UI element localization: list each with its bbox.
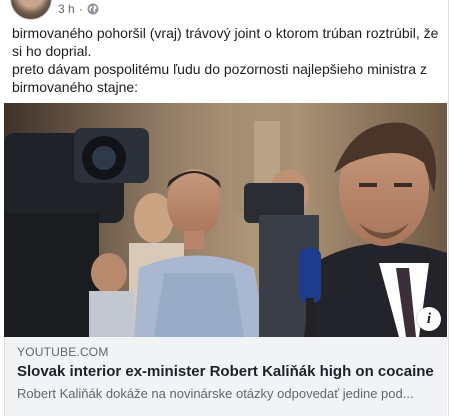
post-header: 3 h · xyxy=(0,0,449,20)
post-body: birmovaného pohoršil (vraj) trávový join… xyxy=(12,24,440,96)
link-description: Robert Kaliňák dokáže na novinárske otáz… xyxy=(17,386,414,401)
info-icon[interactable]: i xyxy=(417,307,441,331)
link-preview-caption[interactable]: YOUTUBE.COM Slovak interior ex-minister … xyxy=(4,337,447,416)
post-timestamp[interactable]: 3 h xyxy=(58,2,75,16)
post-text-line-2: preto dávam pospolitému ľudu do pozornos… xyxy=(12,61,427,95)
link-preview-image[interactable]: i xyxy=(4,103,447,337)
post-meta: 3 h · xyxy=(58,2,99,16)
post-text-line-1: birmovaného pohoršil (vraj) trávový join… xyxy=(12,25,439,59)
author-avatar[interactable] xyxy=(10,0,52,20)
link-title[interactable]: Slovak interior ex-minister Robert Kaliň… xyxy=(17,362,435,382)
separator-dot: · xyxy=(78,2,83,16)
video-thumbnail-photo xyxy=(4,103,447,337)
link-domain: YOUTUBE.COM xyxy=(17,345,109,359)
globe-icon[interactable] xyxy=(87,3,99,15)
feed-post: 3 h · birmovaného pohoršil (vraj) trávov… xyxy=(0,0,449,416)
